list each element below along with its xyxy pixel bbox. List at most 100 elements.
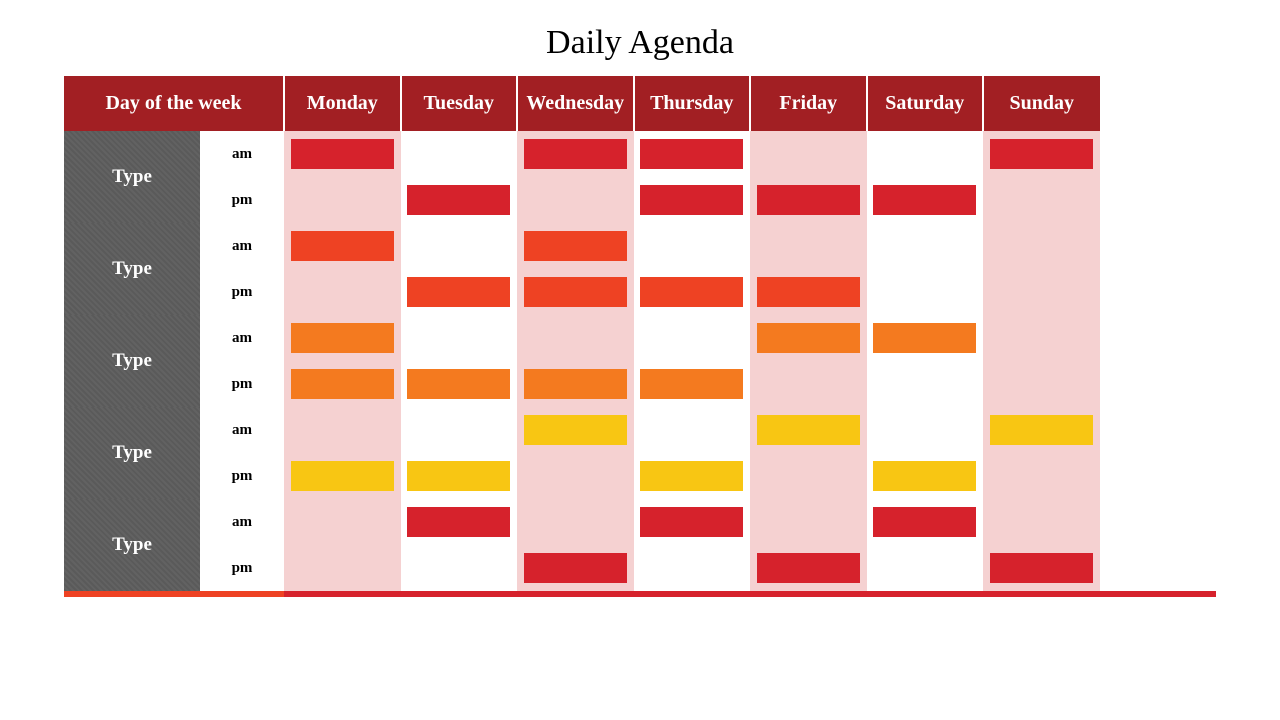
agenda-block: [407, 369, 510, 399]
agenda-cell: [517, 545, 634, 591]
agenda-cell: [284, 177, 401, 223]
agenda-cell: [634, 453, 751, 499]
agenda-block: [407, 507, 510, 537]
agenda-cell: [634, 361, 751, 407]
footer-seg: [284, 591, 401, 597]
agenda-block: [640, 277, 743, 307]
agenda-block: [291, 323, 394, 353]
type-cell: Type: [64, 315, 200, 407]
am-label: am: [200, 315, 284, 361]
footer-seg: [64, 591, 284, 597]
table-row: Typeam: [64, 499, 1216, 545]
agenda-cell: [401, 177, 518, 223]
agenda-cell: [517, 269, 634, 315]
header-tue: Tuesday: [401, 76, 518, 131]
agenda-cell: [867, 407, 984, 453]
agenda-cell: [401, 453, 518, 499]
agenda-cell: [983, 407, 1100, 453]
type-cell: Type: [64, 499, 200, 591]
agenda-cell: [983, 453, 1100, 499]
agenda-cell: [284, 545, 401, 591]
agenda-cell: [867, 499, 984, 545]
agenda-cell: [284, 499, 401, 545]
pm-label: pm: [200, 177, 284, 223]
agenda-block: [757, 323, 860, 353]
agenda-cell: [983, 177, 1100, 223]
agenda-cell: [750, 223, 867, 269]
table-row: pm: [64, 177, 1216, 223]
type-cell: Type: [64, 407, 200, 499]
type-cell: Type: [64, 223, 200, 315]
agenda-cell: [517, 223, 634, 269]
agenda-block: [640, 139, 743, 169]
type-cell: Type: [64, 131, 200, 223]
agenda-cell: [284, 315, 401, 361]
agenda-cell: [983, 499, 1100, 545]
agenda-cell: [750, 269, 867, 315]
am-label: am: [200, 499, 284, 545]
agenda-cell: [517, 453, 634, 499]
agenda-cell: [867, 177, 984, 223]
agenda-cell: [401, 315, 518, 361]
agenda-cell: [750, 545, 867, 591]
agenda-block: [757, 415, 860, 445]
agenda-block: [640, 507, 743, 537]
header-thu: Thursday: [634, 76, 751, 131]
agenda-cell: [401, 361, 518, 407]
agenda-cell: [284, 269, 401, 315]
agenda-block: [873, 323, 976, 353]
agenda-cell: [634, 131, 751, 177]
agenda-cell: [750, 315, 867, 361]
agenda-block: [990, 139, 1093, 169]
agenda-cell: [867, 453, 984, 499]
header-day-of-week: Day of the week: [64, 76, 284, 131]
agenda-cell: [750, 361, 867, 407]
agenda-block: [640, 461, 743, 491]
agenda-cell: [867, 131, 984, 177]
agenda-block: [407, 277, 510, 307]
agenda-cell: [401, 545, 518, 591]
footer-seg: [401, 591, 518, 597]
agenda-cell: [634, 545, 751, 591]
agenda-cell: [983, 361, 1100, 407]
agenda-block: [524, 415, 627, 445]
header-sat: Saturday: [867, 76, 984, 131]
agenda-block: [640, 369, 743, 399]
agenda-cell: [983, 269, 1100, 315]
agenda-cell: [401, 407, 518, 453]
agenda-cell: [983, 315, 1100, 361]
table-row: pm: [64, 545, 1216, 591]
am-label: am: [200, 223, 284, 269]
header-mon: Monday: [284, 76, 401, 131]
agenda-cell: [867, 545, 984, 591]
agenda-block: [524, 553, 627, 583]
agenda-cell: [983, 131, 1100, 177]
table-row: Typeam: [64, 315, 1216, 361]
agenda-cell: [750, 131, 867, 177]
agenda-cell: [634, 269, 751, 315]
agenda-block: [757, 277, 860, 307]
agenda-cell: [517, 499, 634, 545]
agenda-cell: [750, 453, 867, 499]
agenda-block: [524, 231, 627, 261]
agenda-cell: [517, 131, 634, 177]
agenda-block: [291, 139, 394, 169]
agenda-cell: [867, 223, 984, 269]
pm-label: pm: [200, 453, 284, 499]
agenda-block: [873, 507, 976, 537]
agenda-block: [990, 553, 1093, 583]
agenda-block: [524, 139, 627, 169]
table-row: Typeam: [64, 223, 1216, 269]
agenda-cell: [517, 361, 634, 407]
agenda-block: [407, 185, 510, 215]
agenda-block: [757, 553, 860, 583]
agenda-cell: [750, 407, 867, 453]
am-label: am: [200, 407, 284, 453]
agenda-cell: [517, 177, 634, 223]
agenda-cell: [867, 269, 984, 315]
agenda-cell: [634, 223, 751, 269]
table-row: Typeam: [64, 131, 1216, 177]
agenda-cell: [517, 315, 634, 361]
agenda-cell: [750, 177, 867, 223]
agenda-cell: [634, 315, 751, 361]
